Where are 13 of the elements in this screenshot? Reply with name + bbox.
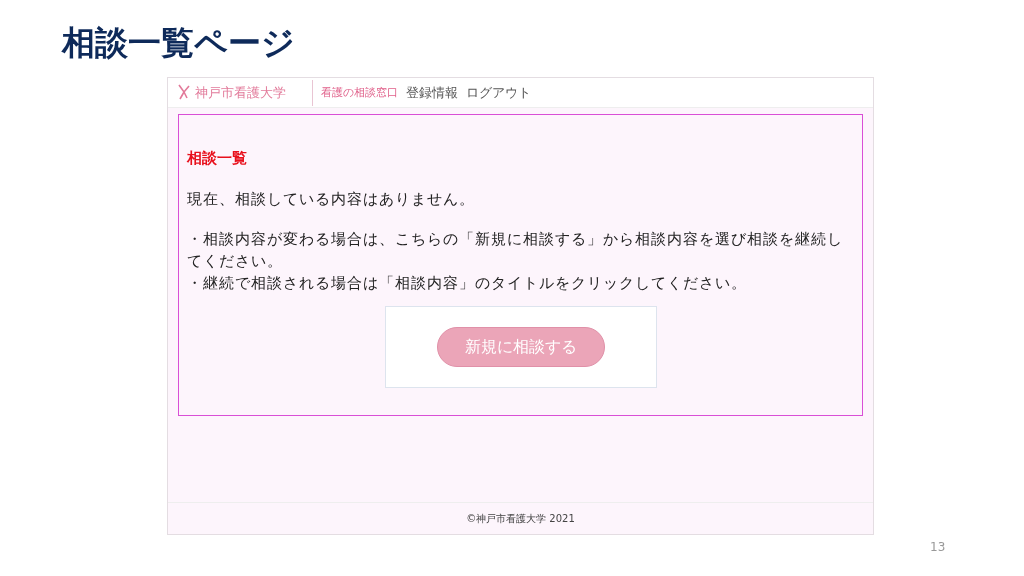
nav-link[interactable]: ログアウト	[466, 83, 531, 102]
service-name[interactable]: 看護の相談窓口	[321, 85, 398, 100]
note-text: ・継続で相談される場合は「相談内容」のタイトルをクリックしてください。	[187, 273, 748, 294]
site-logo[interactable]: 神戸市看護大学	[195, 83, 286, 102]
status-message: 現在、相談している内容はありません。	[187, 189, 476, 210]
nav-link[interactable]: 登録情報	[406, 83, 458, 102]
figure-logo-icon	[178, 83, 190, 102]
note-text: ・相談内容が変わる場合は、こちらの「新規に相談する」から相談内容を選び相談を継続してください。	[187, 229, 844, 272]
new-consultation-button[interactable]: 新規に相談する	[436, 327, 605, 367]
page-number: 13	[930, 540, 946, 554]
section-heading: 相談一覧	[187, 149, 248, 168]
slide-title: 相談一覧ページ	[62, 22, 296, 64]
copyright-text: ©神戸市看護大学 2021	[466, 511, 575, 526]
